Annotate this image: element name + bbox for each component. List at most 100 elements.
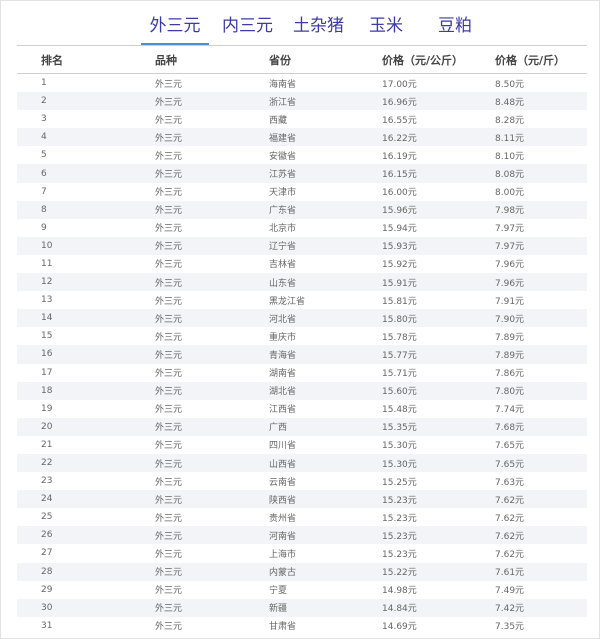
table-row: 5 外三元 安徽省 16.19元 8.10元 [17,146,587,164]
cell-rank: 28 [41,566,53,577]
table-row: 22 外三元 山西省 15.30元 7.65元 [17,453,587,473]
cell-price-per-jin: 7.42元 [495,604,525,615]
header-price-per-kg: 价格（元/公斤） [382,53,464,67]
cell-breed: 外三元 [155,278,183,289]
cell-province: 云南省 [269,477,297,488]
cell-breed: 外三元 [155,387,183,398]
cell-price-per-kg: 15.91元 [382,278,417,289]
cell-rank: 9 [41,222,47,233]
table-row: 2 外三元 浙江省 16.96元 8.48元 [17,92,587,111]
cell-price-per-kg: 15.23元 [382,513,417,524]
table-row: 24 外三元 陕西省 15.23元 7.62元 [17,490,587,509]
cell-province: 宁夏 [269,586,288,597]
cell-breed: 外三元 [155,423,183,434]
cell-rank: 7 [41,186,47,197]
cell-price-per-jin: 8.00元 [495,188,525,199]
table-row: 25 外三元 贵州省 15.23元 7.62元 [17,508,587,526]
cell-breed: 外三元 [155,350,183,361]
cell-price-per-jin: 7.63元 [495,477,525,488]
cell-breed: 外三元 [155,459,183,470]
table-row: 30 外三元 新疆 14.84元 7.42元 [17,598,587,617]
table-row: 16 外三元 青海省 15.77元 7.89元 [17,345,587,364]
cell-price-per-jin: 7.91元 [495,296,525,307]
header-rank: 排名 [41,53,63,67]
cell-price-per-jin: 8.50元 [495,79,525,90]
cell-price-per-jin: 7.97元 [495,224,525,235]
table-row: 14 外三元 河北省 15.80元 7.90元 [17,309,587,328]
cell-rank: 22 [41,458,53,469]
cell-price-per-kg: 15.30元 [382,441,417,452]
cell-price-per-kg: 14.84元 [382,604,417,615]
category-tabs: 外三元 内三元 土杂猪 玉米 豆粕 [1,1,600,45]
cell-province: 贵州省 [269,513,297,524]
table-body: 1 外三元 海南省 17.00元 8.50元 2 外三元 浙江省 16.96元 8.48元 3 外三元… [17,74,587,635]
tab-dou-po[interactable]: 豆粕 [438,13,472,43]
cell-rank: 26 [41,530,53,541]
cell-price-per-kg: 15.30元 [382,459,417,470]
cell-breed: 外三元 [155,477,183,488]
table-row: 11 外三元 吉林省 15.92元 7.96元 [17,255,587,273]
tab-nei-san-yuan[interactable]: 内三元 [222,13,273,43]
cell-province: 黑龙江省 [269,296,306,307]
cell-price-per-kg: 14.98元 [382,586,417,597]
tab-tu-za-zhu[interactable]: 土杂猪 [293,13,344,43]
table-row: 15 外三元 重庆市 15.78元 7.89元 [17,327,587,345]
cell-price-per-jin: 7.97元 [495,242,525,253]
cell-breed: 外三元 [155,332,183,343]
cell-breed: 外三元 [155,314,183,325]
cell-rank: 24 [41,494,53,505]
cell-rank: 8 [41,204,47,215]
cell-price-per-kg: 17.00元 [382,79,417,90]
cell-price-per-jin: 7.65元 [495,459,525,470]
cell-rank: 3 [41,114,47,125]
cell-rank: 20 [41,421,53,432]
cell-rank: 16 [41,349,53,360]
cell-price-per-kg: 15.60元 [382,387,417,398]
cell-price-per-kg: 15.93元 [382,242,417,253]
cell-breed: 外三元 [155,260,183,271]
cell-province: 甘肃省 [269,622,297,633]
cell-rank: 2 [41,96,47,107]
cell-rank: 23 [41,476,53,487]
tab-wai-san-yuan[interactable]: 外三元 [141,13,209,45]
cell-rank: 4 [41,132,47,143]
cell-breed: 外三元 [155,133,183,144]
table-row: 6 外三元 江苏省 16.15元 8.08元 [17,164,587,183]
cell-price-per-kg: 16.19元 [382,151,417,162]
cell-price-per-kg: 15.35元 [382,423,417,434]
cell-province: 四川省 [269,441,297,452]
cell-province: 西藏 [269,115,288,126]
cell-price-per-kg: 15.48元 [382,405,417,416]
cell-province: 陕西省 [269,495,297,506]
table-row: 13 外三元 黑龙江省 15.81元 7.91元 [17,291,587,309]
cell-rank: 29 [41,584,53,595]
table-row: 19 外三元 江西省 15.48元 7.74元 [17,400,587,418]
cell-province: 河北省 [269,314,297,325]
cell-rank: 14 [41,313,53,324]
header-price-per-jin: 价格（元/斤） [495,53,566,67]
cell-breed: 外三元 [155,568,183,579]
table-row: 20 外三元 广西 15.35元 7.68元 [17,417,587,436]
table-row: 17 外三元 湖南省 15.71元 7.86元 [17,364,587,382]
cell-price-per-kg: 15.23元 [382,549,417,560]
cell-price-per-kg: 15.92元 [382,260,417,271]
cell-breed: 外三元 [155,405,183,416]
cell-province: 吉林省 [269,260,297,271]
cell-province: 辽宁省 [269,242,297,253]
cell-province: 江苏省 [269,170,297,181]
cell-price-per-jin: 8.08元 [495,170,525,181]
cell-province: 山东省 [269,278,297,289]
tab-yu-mi[interactable]: 玉米 [369,13,403,43]
cell-rank: 15 [41,331,53,342]
table-row: 12 外三元 山东省 15.91元 7.96元 [17,273,587,292]
table-row: 26 外三元 河南省 15.23元 7.62元 [17,526,587,545]
cell-price-per-kg: 15.80元 [382,314,417,325]
cell-price-per-jin: 7.89元 [495,332,525,343]
table-row: 3 外三元 西藏 16.55元 8.28元 [17,110,587,128]
cell-breed: 外三元 [155,170,183,181]
cell-breed: 外三元 [155,151,183,162]
table-row: 10 外三元 辽宁省 15.93元 7.97元 [17,236,587,255]
table-row: 23 外三元 云南省 15.25元 7.63元 [17,472,587,490]
cell-price-per-jin: 7.98元 [495,206,525,217]
cell-province: 江西省 [269,405,297,416]
